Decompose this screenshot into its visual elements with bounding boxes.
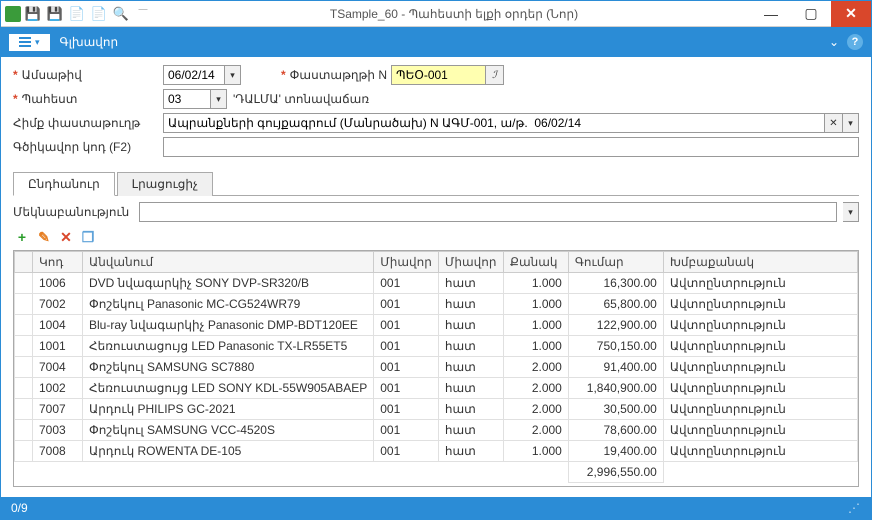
row-copy-icon[interactable]: ❐ (79, 228, 97, 246)
date-dropdown-icon[interactable]: ▾ (225, 65, 241, 85)
resize-grip-icon[interactable]: ⋰ (848, 501, 861, 515)
wh-label: Պահեստ (22, 92, 78, 106)
base-label: Հիմք փաստաթուղթ (13, 116, 140, 130)
ribbon: ▾ Գլխավոր ⌄ ? (1, 27, 871, 57)
minimize-button[interactable]: — (751, 1, 791, 27)
docno-label: Փաստաթղթի N (290, 68, 387, 82)
ribbon-file-tab[interactable]: ▾ (9, 34, 50, 51)
tab-extra[interactable]: Լրացուցիչ (117, 172, 213, 196)
wh-code-input[interactable] (163, 89, 211, 109)
tab-general[interactable]: Ընդհանուր (13, 172, 115, 196)
ribbon-main-label[interactable]: Գլխավոր (60, 35, 119, 49)
tabs: Ընդհանուր Լրացուցիչ (13, 171, 859, 196)
close-button[interactable]: ✕ (831, 1, 871, 27)
row-delete-icon[interactable]: ✕ (57, 228, 75, 246)
help-icon[interactable]: ? (847, 34, 863, 50)
table-row[interactable]: 7004Փոշեկուլ SAMSUNG SC7880001հատ2.00091… (15, 357, 858, 378)
table-row[interactable]: 7003Փոշեկուլ SAMSUNG VCC-4520S001հատ2.00… (15, 420, 858, 441)
qat-dropdown-icon[interactable]: ⎺ (133, 4, 153, 24)
col-name[interactable]: Անվանում (83, 252, 374, 273)
doc-icon[interactable]: 📄 (67, 4, 87, 24)
total-amount: 2,996,550.00 (568, 462, 663, 483)
col-code[interactable]: Կոդ (33, 252, 83, 273)
table-row[interactable]: 1002Հեռուստացույց LED SONY KDL-55W905ABA… (15, 378, 858, 399)
col-unit2[interactable]: Միավոր (438, 252, 503, 273)
date-input[interactable] (163, 65, 225, 85)
f2-label: Գծիկավոր կոդ (F2) (13, 140, 131, 154)
comment-dropdown-icon[interactable]: ▾ (843, 202, 859, 222)
status-bar: 0/9 ⋰ (1, 497, 871, 519)
hamburger-icon (19, 37, 31, 47)
col-batch[interactable]: Խմբաքանակ (663, 252, 857, 273)
base-dropdown-icon[interactable]: ▾ (843, 113, 859, 133)
row-add-icon[interactable]: + (13, 228, 31, 246)
table-row[interactable]: 1001Հեռուստացույց LED Panasonic TX-LR55E… (15, 336, 858, 357)
table-row[interactable]: 7008Արդուկ ROWENTA DE-105001հատ1.00019,4… (15, 441, 858, 462)
date-label: Ամսաթիվ (22, 68, 82, 82)
row-edit-icon[interactable]: ✎ (35, 228, 53, 246)
ribbon-collapse-icon[interactable]: ⌄ (829, 35, 839, 49)
app-icon (5, 6, 21, 22)
col-amount[interactable]: Գումար (568, 252, 663, 273)
docno-lookup-icon[interactable]: ℐ (486, 65, 504, 85)
table-row[interactable]: 7002Փոշեկուլ Panasonic MC-CG524WR79001հա… (15, 294, 858, 315)
comment-label: Մեկնաբանություն (13, 205, 133, 219)
barcode-input[interactable] (163, 137, 859, 157)
comment-input[interactable] (139, 202, 837, 222)
grid: Կոդ Անվանում Միավոր Միավոր Քանակ Գումար … (13, 250, 859, 487)
wh-name: 'ԴԱԼՄԱ' տոնավաճառ (233, 92, 369, 106)
table-row[interactable]: 7007Արդուկ PHILIPS GC-2021001հատ2.00030,… (15, 399, 858, 420)
maximize-button[interactable]: ▢ (791, 1, 831, 27)
base-input[interactable] (163, 113, 825, 133)
form-area: *Ամսաթիվ ▾ *Փաստաթղթի N ℐ *Պահեստ ▾ 'ԴԱԼ… (1, 57, 871, 167)
titlebar: 💾 💾 📄 📄 🔍 ⎺ TSample_60 - Պահեստի ելքի օր… (1, 1, 871, 27)
preview-icon[interactable]: 🔍 (111, 4, 131, 24)
col-qty[interactable]: Քանակ (503, 252, 568, 273)
window-title: TSample_60 - Պահեստի ելքի օրդեր (Նոր) (157, 7, 751, 21)
docno-input[interactable] (391, 65, 486, 85)
saveas-icon[interactable]: 💾 (45, 4, 65, 24)
save-icon[interactable]: 💾 (23, 4, 43, 24)
col-unit1[interactable]: Միավոր (374, 252, 439, 273)
status-counter: 0/9 (11, 501, 28, 515)
table-row[interactable]: 1006DVD նվագարկիչ SONY DVP-SR320/B001հատ… (15, 273, 858, 294)
doc2-icon[interactable]: 📄 (89, 4, 109, 24)
wh-dropdown-icon[interactable]: ▾ (211, 89, 227, 109)
base-clear-icon[interactable]: ✕ (825, 113, 843, 133)
table-row[interactable]: 1004Blu-ray նվագարկիչ Panasonic DMP-BDT1… (15, 315, 858, 336)
